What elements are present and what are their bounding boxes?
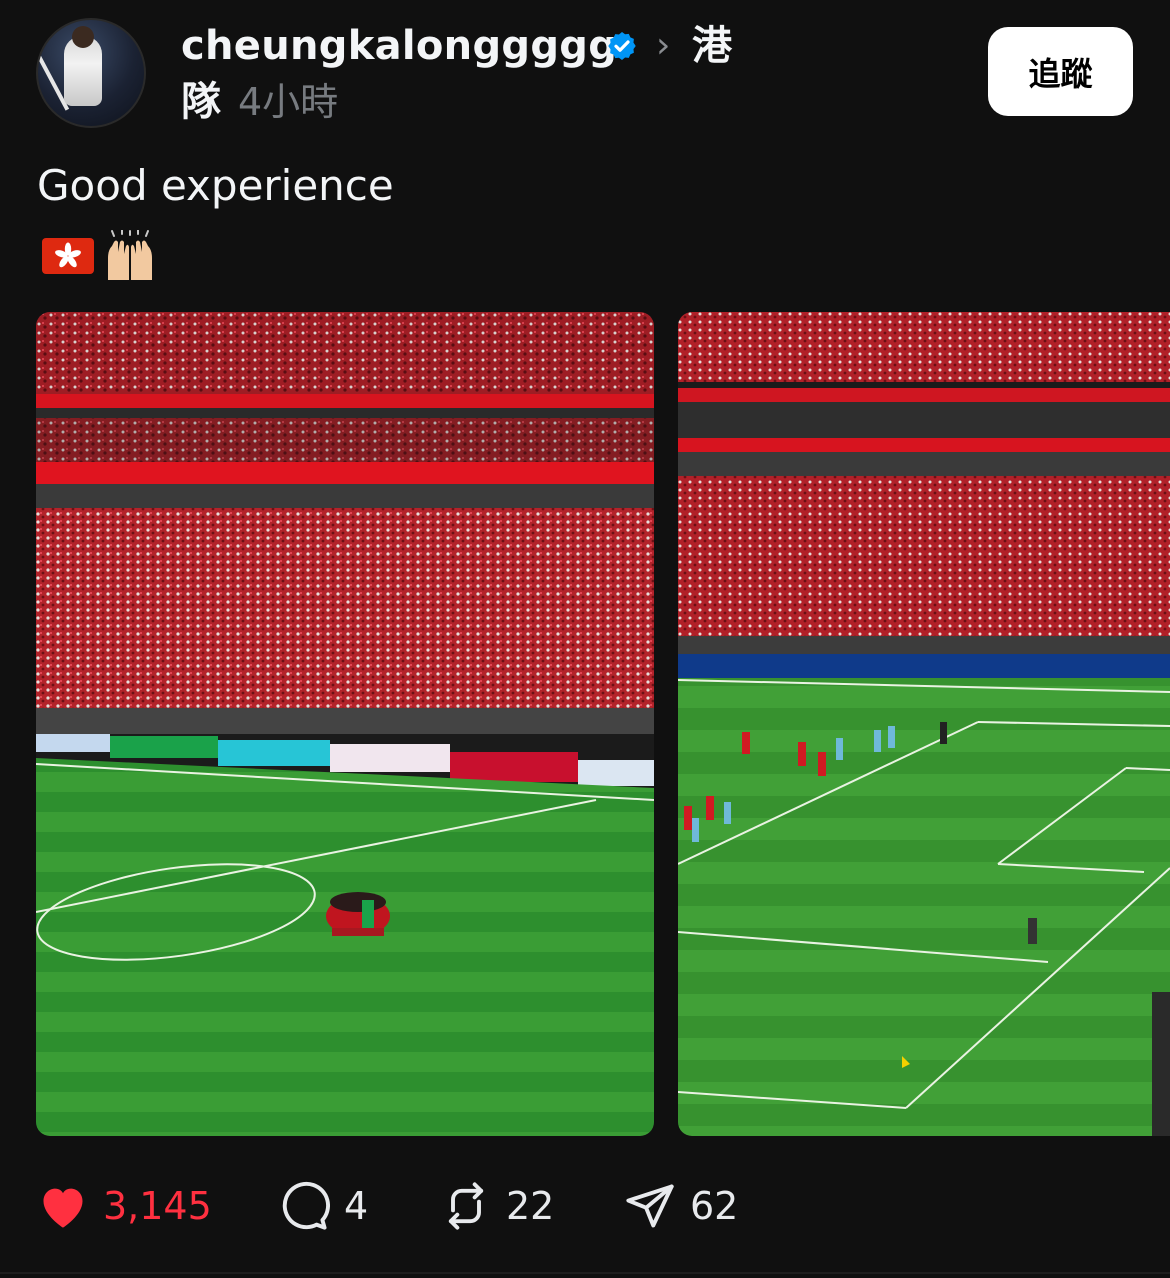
avatar-head xyxy=(72,26,94,48)
share-icon xyxy=(626,1184,674,1228)
comment-button[interactable]: 4 xyxy=(278,1178,368,1234)
raising-hands-icon xyxy=(108,230,152,280)
topic-tag-part2[interactable]: 隊 xyxy=(181,78,221,126)
repost-count: 22 xyxy=(506,1184,555,1228)
action-bar: 3,145 4 22 62 xyxy=(0,1178,1170,1234)
like-count: 3,145 xyxy=(103,1184,212,1228)
topic-tag-part1[interactable]: 港 xyxy=(692,22,732,70)
username[interactable]: cheungkalonggggg xyxy=(181,22,617,70)
share-button[interactable]: 62 xyxy=(624,1178,738,1234)
repost-icon xyxy=(448,1182,484,1230)
hong-kong-flag-icon xyxy=(42,238,94,274)
verified-badge-icon xyxy=(608,32,636,60)
chevron-right-icon: › xyxy=(656,25,671,66)
heart-icon xyxy=(43,1188,83,1228)
share-count: 62 xyxy=(690,1184,739,1228)
avatar[interactable] xyxy=(36,18,146,128)
follow-button[interactable]: 追蹤 xyxy=(988,27,1133,116)
repost-button[interactable]: 22 xyxy=(440,1178,554,1234)
post-photo-1[interactable] xyxy=(36,312,654,1136)
divider xyxy=(0,1272,1170,1274)
like-button[interactable]: 3,145 xyxy=(37,1178,212,1234)
post-photo-2[interactable] xyxy=(678,312,1170,1136)
post-timestamp: 4小時 xyxy=(238,80,339,124)
post-caption: Good experience xyxy=(37,161,394,210)
comment-count: 4 xyxy=(344,1184,369,1228)
comment-icon xyxy=(282,1181,330,1230)
